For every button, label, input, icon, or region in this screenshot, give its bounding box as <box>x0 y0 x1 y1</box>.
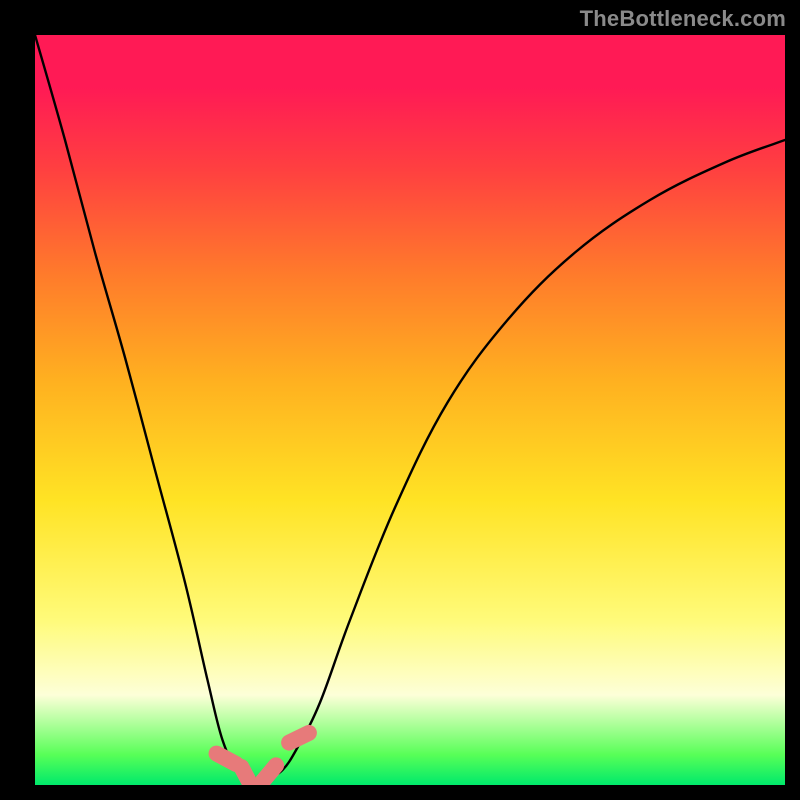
chart-frame: TheBottleneck.com <box>0 0 800 800</box>
heat-gradient <box>35 35 785 785</box>
attribution-watermark: TheBottleneck.com <box>580 6 786 32</box>
plot-area <box>35 35 785 785</box>
